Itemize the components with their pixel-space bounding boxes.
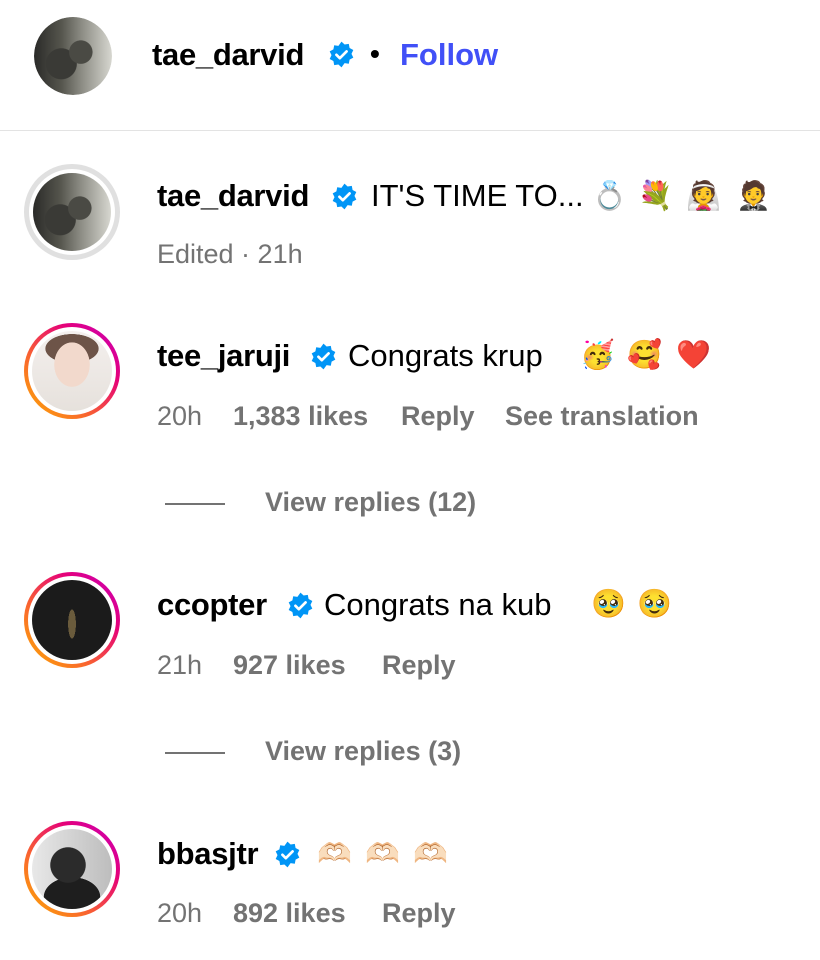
view-replies-button[interactable]: View replies (3)	[265, 736, 461, 767]
replies-line	[165, 752, 225, 754]
comment-avatar[interactable]	[24, 821, 120, 917]
pleading-face-emoji: 🥹	[591, 588, 626, 619]
comment-time: 20h	[157, 401, 203, 431]
verified-badge-icon	[329, 41, 354, 68]
red-heart-emoji: ❤️	[676, 339, 711, 370]
ring-emoji: 💍	[592, 180, 627, 211]
heart-hands-emoji: 🫶🏻	[413, 838, 448, 869]
separator-dot: •	[370, 38, 380, 69]
comment-avatar[interactable]	[24, 572, 120, 668]
comment-likes[interactable]: 892 likes	[233, 897, 346, 929]
caption-avatar[interactable]	[24, 164, 120, 260]
caption-meta: Edited · 21h	[157, 239, 303, 269]
smiling-hearts-emoji: 🥰	[627, 339, 662, 370]
author-avatar[interactable]	[34, 17, 112, 95]
verified-badge-icon	[311, 343, 336, 370]
bouquet-emoji: 💐	[638, 180, 673, 211]
verified-badge-icon	[288, 592, 313, 619]
comment-likes[interactable]: 1,383 likes	[233, 400, 368, 432]
caption-text: IT'S TIME TO...	[371, 178, 584, 213]
groom-emoji: 🤵	[736, 180, 771, 211]
comment-avatar[interactable]	[24, 323, 120, 419]
heart-hands-emoji: 🫶🏻	[365, 838, 400, 869]
post-header: tae_darvid • Follow	[0, 0, 820, 131]
bride-emoji: 👰	[686, 180, 721, 211]
comment-likes[interactable]: 927 likes	[233, 649, 346, 681]
follow-button[interactable]: Follow	[400, 37, 498, 73]
reply-button[interactable]: Reply	[382, 897, 456, 929]
view-replies-button[interactable]: View replies (12)	[265, 487, 476, 518]
heart-hands-emoji: 🫶🏻	[317, 838, 352, 869]
verified-badge-icon	[275, 841, 300, 868]
comment-username[interactable]: tee_jaruji	[157, 338, 290, 374]
pleading-face-emoji: 🥹	[637, 588, 672, 619]
caption-username[interactable]: tae_darvid	[157, 178, 309, 214]
author-username[interactable]: tae_darvid	[152, 37, 304, 73]
comment-time: 21h	[157, 650, 203, 680]
comment-time: 20h	[157, 898, 203, 928]
see-translation-button[interactable]: See translation	[505, 400, 699, 432]
reply-button[interactable]: Reply	[382, 649, 456, 681]
comment-text: Congrats krup	[348, 338, 543, 373]
party-face-emoji: 🥳	[580, 339, 615, 370]
comment-username[interactable]: ccopter	[157, 587, 267, 623]
comment-text: Congrats na kub	[324, 587, 552, 622]
verified-badge-icon	[332, 183, 357, 210]
comment-username[interactable]: bbasjtr	[157, 836, 259, 872]
reply-button[interactable]: Reply	[401, 400, 475, 432]
replies-line	[165, 503, 225, 505]
